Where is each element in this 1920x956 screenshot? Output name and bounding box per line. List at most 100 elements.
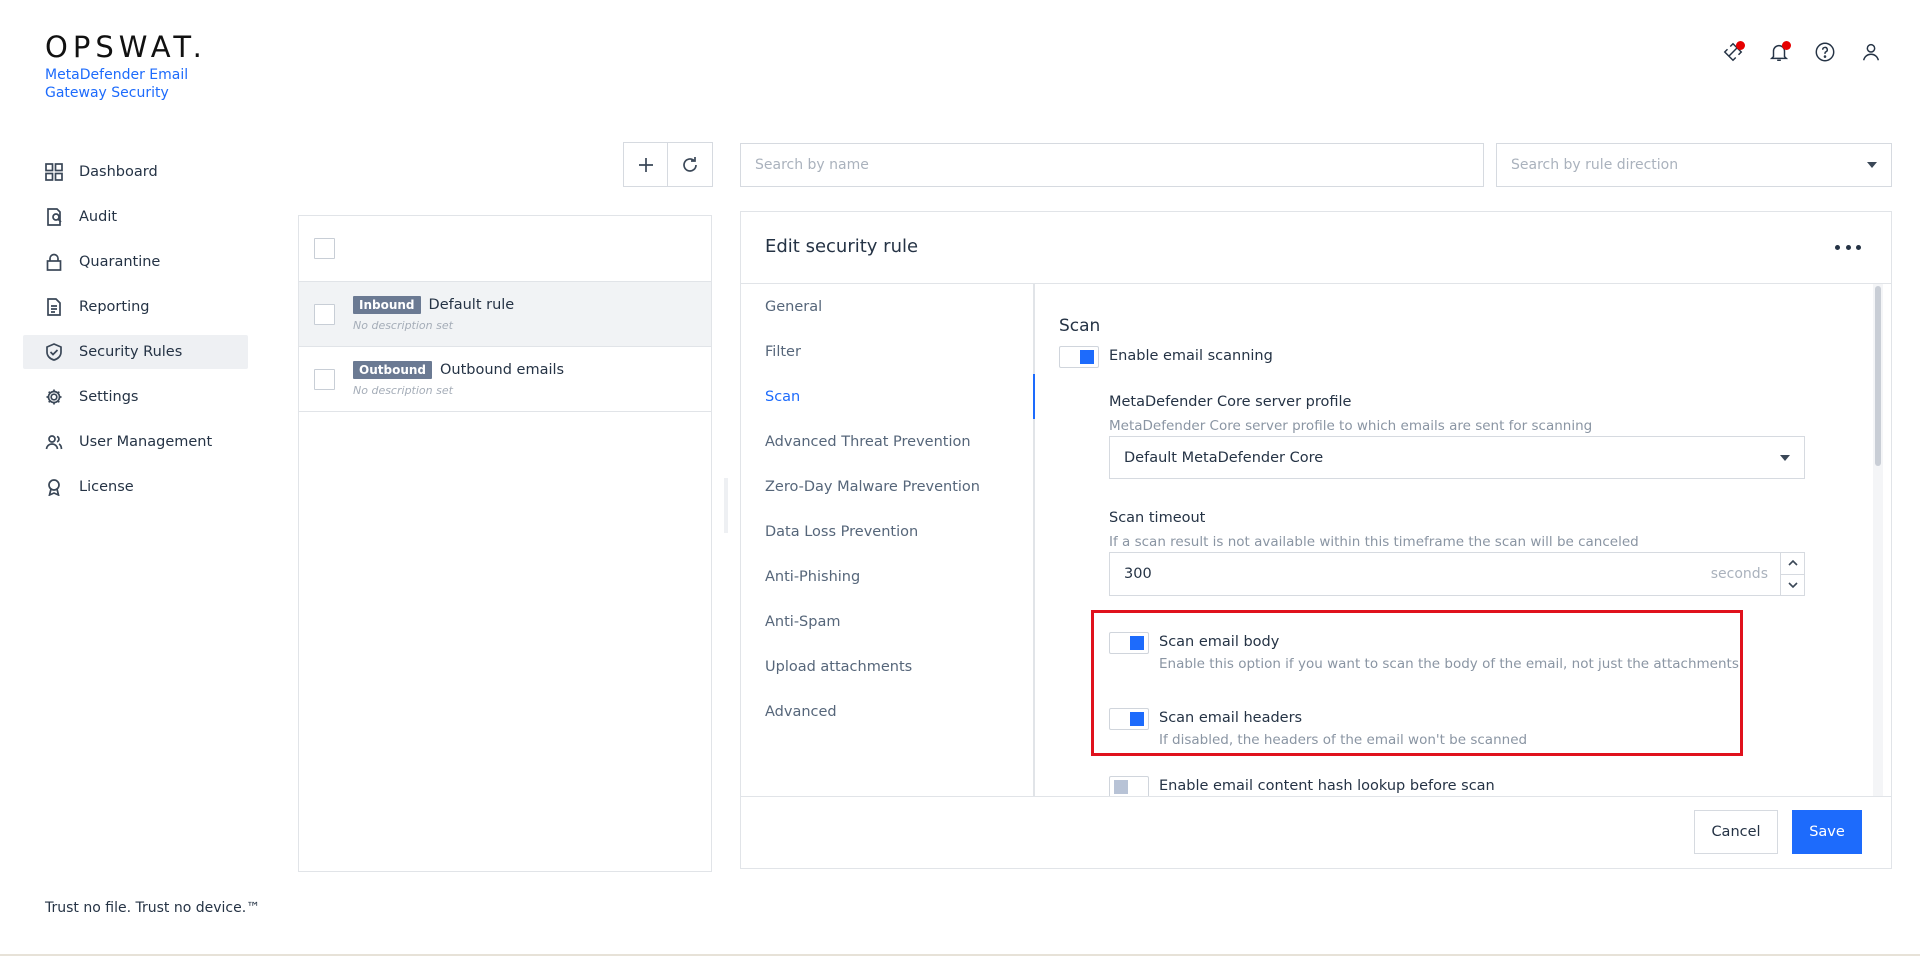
rule-description: No description set [353,384,453,397]
rule-direction-select[interactable]: Search by rule direction [1496,143,1892,187]
enable-scanning-toggle[interactable] [1059,346,1099,368]
plus-icon [638,157,653,172]
timeout-stepper: seconds [1109,552,1805,596]
help-icon[interactable] [1813,40,1837,64]
brand: OPSWAT. MetaDefender Email Gateway Secur… [45,30,207,102]
integration-icon[interactable] [1721,40,1745,64]
section-general[interactable]: General [741,284,1033,329]
chevron-down-icon [1780,454,1790,461]
footer-tagline: Trust no file. Trust no device.™ [45,900,261,916]
toggle-description: If disabled, the headers of the email wo… [1159,732,1528,748]
rules-list-header [299,216,711,282]
gear-icon [45,388,63,406]
sidebar-item-label: Audit [79,209,118,225]
direction-tag: Outbound [353,361,432,379]
resize-handle[interactable] [724,478,728,533]
chevron-up-icon [1787,560,1798,566]
section-anti-phishing[interactable]: Anti-Phishing [741,554,1033,599]
sidebar-item-audit[interactable]: Audit [23,200,248,234]
hash-lookup-row: Enable email content hash lookup before … [1109,776,1495,796]
section-advanced[interactable]: Advanced [741,689,1033,734]
chevron-down-icon [1867,162,1877,168]
scan-headers-row: Scan email headers If disabled, the head… [1109,708,1527,748]
profile-value: Default MetaDefender Core [1124,449,1324,466]
shield-check-icon [45,343,63,361]
increment-button[interactable] [1781,553,1804,574]
scroll-thumb[interactable] [1875,286,1881,466]
section-scan[interactable]: Scan [741,374,1035,419]
rule-sections-nav: General Filter Scan Advanced Threat Prev… [741,284,1035,796]
hash-lookup-toggle[interactable] [1109,776,1149,796]
bell-icon[interactable] [1767,40,1791,64]
toggle-label: Enable email content hash lookup before … [1159,778,1495,794]
toggle-label: Enable email scanning [1109,348,1273,364]
section-anti-spam[interactable]: Anti-Spam [741,599,1033,644]
users-icon [45,433,63,451]
rule-checkbox[interactable] [314,368,335,390]
toggle-label: Scan email headers [1159,710,1303,726]
sidebar-item-label: User Management [79,434,213,450]
sidebar-item-license[interactable]: License [23,470,248,504]
timeout-unit: seconds [1710,566,1768,582]
rule-row[interactable]: Outbound Outbound emails No description … [299,347,711,412]
panel-title: Edit security rule [765,236,919,257]
section-filter[interactable]: Filter [741,329,1033,374]
rule-name: Outbound emails [440,362,565,378]
cancel-button[interactable]: Cancel [1694,810,1778,854]
section-zero-day-malware-prevention[interactable]: Zero-Day Malware Prevention [741,464,1033,509]
scan-headers-toggle[interactable] [1109,708,1149,730]
scan-settings: Scan Enable email scanning MetaDefender … [1037,284,1883,796]
select-all-checkbox[interactable] [314,238,335,259]
decrement-button[interactable] [1781,573,1804,596]
timeout-label: Scan timeout [1109,510,1206,526]
rule-direction-placeholder: Search by rule direction [1511,157,1679,173]
toggle-label: Scan email body [1159,634,1280,650]
timeout-input[interactable] [1110,554,1711,594]
add-rule-button[interactable] [623,142,668,187]
rule-row[interactable]: Inbound Default rule No description set [299,282,711,347]
profile-select[interactable]: Default MetaDefender Core [1109,436,1805,479]
alert-dot [1782,41,1791,50]
badge-icon [45,478,63,496]
sidebar-item-label: Security Rules [79,344,183,360]
divider [741,796,1891,797]
sidebar-item-label: License [79,479,134,495]
more-options-icon[interactable] [1835,242,1861,252]
sidebar-item-security-rules[interactable]: Security Rules [23,335,248,369]
profile-label: MetaDefender Core server profile [1109,394,1352,410]
scan-body-toggle[interactable] [1109,632,1149,654]
sidebar-item-settings[interactable]: Settings [23,380,248,414]
enable-scanning-row: Enable email scanning [1059,346,1273,368]
lock-icon [45,253,63,271]
sidebar-item-label: Quarantine [79,254,161,270]
section-upload-attachments[interactable]: Upload attachments [741,644,1033,689]
header-actions [1721,40,1883,64]
section-data-loss-prevention[interactable]: Data Loss Prevention [741,509,1033,554]
rule-description: No description set [353,319,453,332]
sidebar-item-quarantine[interactable]: Quarantine [23,245,248,279]
sidebar-item-reporting[interactable]: Reporting [23,290,248,324]
user-icon[interactable] [1859,40,1883,64]
dashboard-icon [45,163,63,181]
profile-description: MetaDefender Core server profile to whic… [1109,418,1593,434]
refresh-button[interactable] [668,142,713,187]
chevron-down-icon [1787,582,1798,588]
search-input[interactable] [740,143,1484,187]
rules-list: Inbound Default rule No description set … [298,215,712,872]
rules-toolbar [623,142,713,187]
section-advanced-threat-prevention[interactable]: Advanced Threat Prevention [741,419,1033,464]
product-name: MetaDefender Email Gateway Security [45,67,189,101]
save-button[interactable]: Save [1792,810,1862,854]
sidebar-nav: Dashboard Audit Quarantine Reporting Sec… [23,155,248,515]
sidebar-item-label: Settings [79,389,139,405]
timeout-description: If a scan result is not available within… [1109,534,1639,550]
rule-checkbox[interactable] [314,303,335,325]
sidebar-item-user-management[interactable]: User Management [23,425,248,459]
alert-dot [1736,41,1745,50]
sidebar-item-label: Dashboard [79,164,158,180]
scrollbar[interactable] [1873,284,1883,796]
edit-rule-panel: Edit security rule General Filter Scan A… [740,211,1892,869]
rule-name: Default rule [428,297,515,313]
sidebar-item-dashboard[interactable]: Dashboard [23,155,248,189]
refresh-icon [683,156,697,172]
